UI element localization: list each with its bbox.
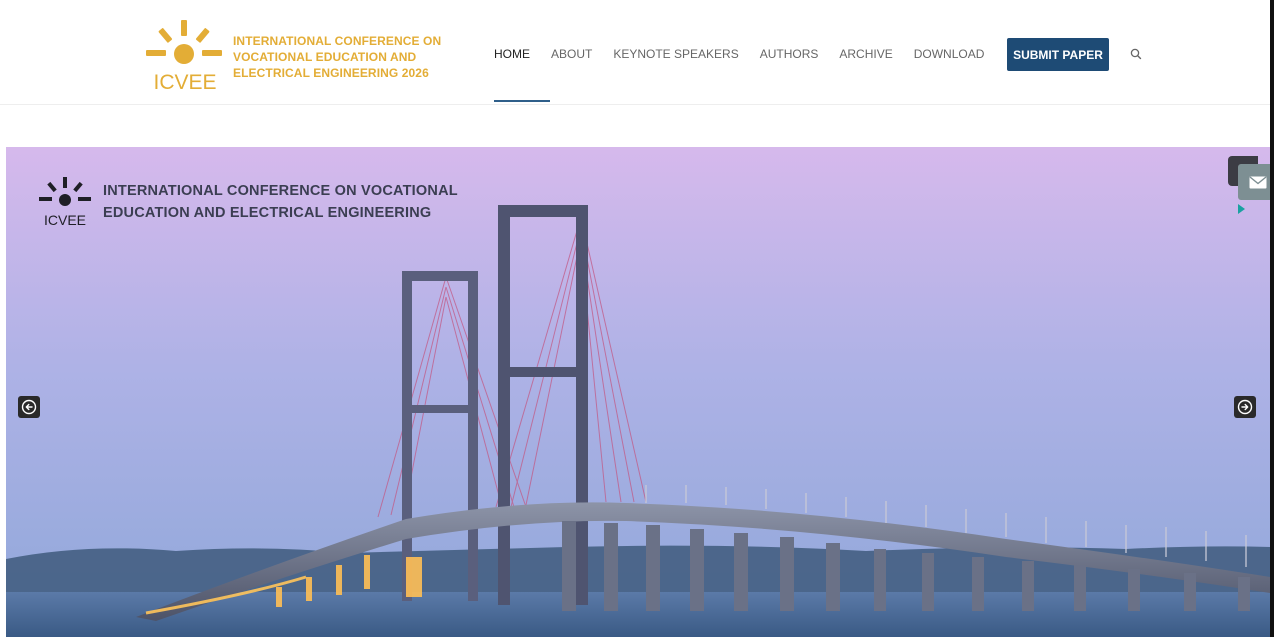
hero-title-line: INTERNATIONAL CONFERENCE ON VOCATIONAL bbox=[103, 183, 458, 199]
nav-keynote-speakers[interactable]: KEYNOTE SPEAKERS bbox=[613, 47, 738, 61]
nav-about[interactable]: ABOUT bbox=[551, 47, 592, 61]
conference-name-line: INTERNATIONAL CONFERENCE ON bbox=[233, 34, 442, 48]
main-nav: HOME ABOUT KEYNOTE SPEAKERS AUTHORS ARCH… bbox=[494, 38, 1005, 70]
hero-logo-wordmark: ICVEE bbox=[44, 212, 86, 227]
site-header: ICVEE INTERNATIONAL CONFERENCE ON VOCATI… bbox=[0, 0, 1270, 105]
nav-download[interactable]: DOWNLOAD bbox=[914, 47, 985, 61]
mail-icon bbox=[1249, 175, 1267, 188]
hero-title-line: EDUCATION AND ELECTRICAL ENGINEERING bbox=[103, 205, 432, 221]
window-edge bbox=[1270, 0, 1274, 637]
sun-logo-icon: ICVEE bbox=[146, 20, 222, 94]
arrow-right-circle-icon bbox=[1237, 399, 1253, 415]
hero-logo-icon: ICVEE bbox=[39, 177, 91, 227]
hero-title: INTERNATIONAL CONFERENCE ON VOCATIONAL E… bbox=[103, 180, 523, 224]
contact-mail-button[interactable] bbox=[1238, 164, 1270, 200]
conference-logo[interactable]: ICVEE bbox=[140, 14, 230, 94]
slider-next-button[interactable] bbox=[1234, 396, 1256, 418]
conference-name: INTERNATIONAL CONFERENCE ON VOCATIONAL E… bbox=[233, 33, 473, 81]
search-icon[interactable] bbox=[1129, 47, 1143, 61]
arrow-left-circle-icon bbox=[21, 399, 37, 415]
active-nav-indicator bbox=[494, 100, 550, 102]
conference-name-line: ELECTRICAL ENGINEERING 2026 bbox=[233, 66, 429, 80]
submit-paper-button[interactable]: SUBMIT PAPER bbox=[1007, 38, 1109, 71]
nav-home[interactable]: HOME bbox=[494, 47, 530, 61]
slider-prev-button[interactable] bbox=[18, 396, 40, 418]
hero-slider: ICVEE INTERNATIONAL CONFERENCE ON VOCATI… bbox=[6, 147, 1270, 637]
nav-authors[interactable]: AUTHORS bbox=[760, 47, 819, 61]
logo-wordmark: ICVEE bbox=[153, 71, 216, 92]
conference-name-line: VOCATIONAL EDUCATION AND bbox=[233, 50, 417, 64]
play-triangle-icon[interactable] bbox=[1238, 204, 1245, 214]
nav-archive[interactable]: ARCHIVE bbox=[839, 47, 892, 61]
